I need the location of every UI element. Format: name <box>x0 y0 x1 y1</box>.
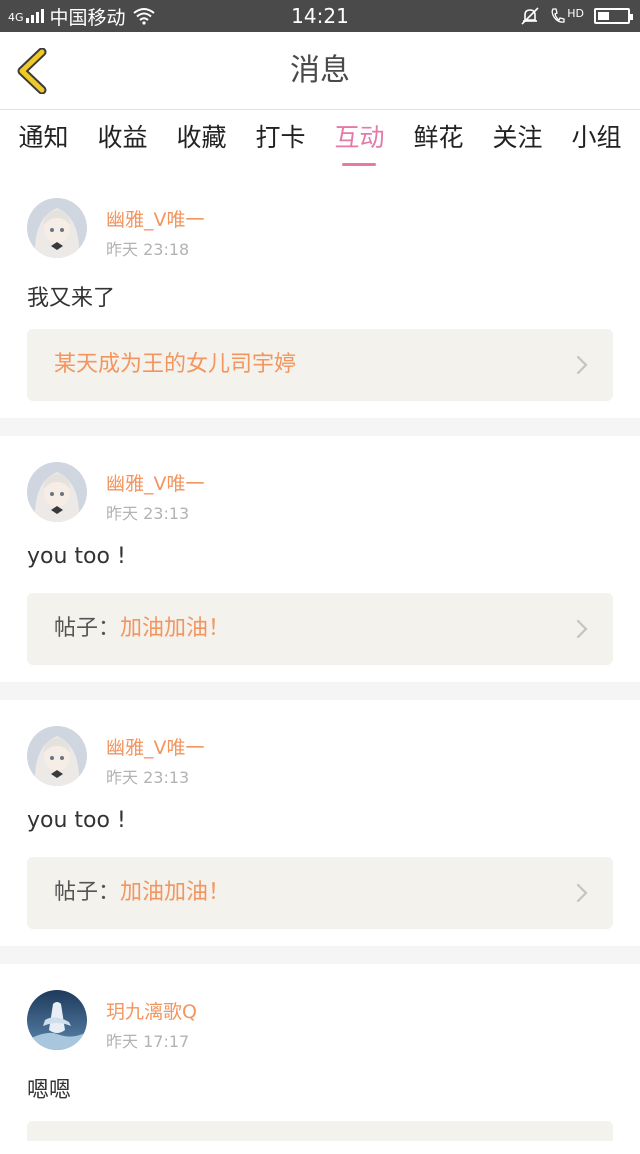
battery-level <box>598 12 610 20</box>
chevron-right-icon <box>576 883 588 903</box>
chevron-right-icon <box>576 619 588 639</box>
avatar[interactable] <box>27 462 87 522</box>
message-text: 嗯嗯 <box>27 1078 72 1103</box>
reference-title: 加油加油！ <box>120 880 231 905</box>
avatar[interactable] <box>27 726 87 786</box>
avatar[interactable] <box>27 990 87 1050</box>
tab-checkin[interactable]: 打卡 <box>255 110 305 172</box>
message-text: you too ! <box>27 808 126 833</box>
reference-link[interactable]: 帖子：加油加油！ <box>27 593 613 665</box>
tab-bar: 通知 收益 收藏 打卡 互动 鲜花 关注 小组 <box>0 110 640 172</box>
reference-title: 加油加油！ <box>120 616 231 641</box>
chevron-right-icon <box>576 355 588 375</box>
message-text: you too ! <box>27 544 126 569</box>
message-item: 玥九漓歌Q 昨天 17:17 嗯嗯 <box>0 964 640 1154</box>
page-title: 消息 <box>290 53 350 88</box>
message-item: 幽雅_V唯一 昨天 23:18 我又来了 某天成为王的女儿司宇婷 <box>0 172 640 418</box>
status-right: HD <box>520 0 633 32</box>
message-item: 幽雅_V唯一 昨天 23:13 you too ! 帖子：加油加油！ <box>0 436 640 682</box>
message-list: 幽雅_V唯一 昨天 23:18 我又来了 某天成为王的女儿司宇婷 幽雅_V唯一 … <box>0 172 640 1154</box>
reference-label: 帖子： <box>54 880 121 905</box>
timestamp: 昨天 23:13 <box>106 504 190 523</box>
tab-groups[interactable]: 小组 <box>571 110 621 172</box>
timestamp: 昨天 23:18 <box>106 240 190 259</box>
timestamp: 昨天 17:17 <box>106 1032 190 1051</box>
navigation-bar: 消息 <box>0 32 640 110</box>
username[interactable]: 幽雅_V唯一 <box>106 469 205 496</box>
bell-muted-icon <box>521 7 539 25</box>
tab-follow[interactable]: 关注 <box>492 110 542 172</box>
avatar[interactable] <box>27 198 87 258</box>
username[interactable]: 幽雅_V唯一 <box>106 733 205 760</box>
tab-favorites[interactable]: 收藏 <box>176 110 226 172</box>
username[interactable]: 幽雅_V唯一 <box>106 205 205 232</box>
tab-earnings[interactable]: 收益 <box>97 110 147 172</box>
message-text: 我又来了 <box>27 286 116 311</box>
reference-link[interactable]: 某天成为王的女儿司宇婷 <box>27 329 613 401</box>
tab-interaction[interactable]: 互动 <box>334 110 384 172</box>
tab-notice[interactable]: 通知 <box>18 110 68 172</box>
timestamp: 昨天 23:13 <box>106 768 190 787</box>
reference-title: 某天成为王的女儿司宇婷 <box>54 352 297 377</box>
hd-call-icon: HD <box>550 7 584 25</box>
status-bar: 4G 中国移动 14:21 HD <box>0 0 640 32</box>
message-item: 幽雅_V唯一 昨天 23:13 you too ! 帖子：加油加油！ <box>0 700 640 946</box>
username[interactable]: 玥九漓歌Q <box>106 997 197 1024</box>
reference-link[interactable]: 帖子：加油加油！ <box>27 857 613 929</box>
reference-link[interactable] <box>27 1121 613 1141</box>
reference-label: 帖子： <box>54 616 121 641</box>
tab-flowers[interactable]: 鲜花 <box>413 110 463 172</box>
battery-icon <box>594 8 633 24</box>
